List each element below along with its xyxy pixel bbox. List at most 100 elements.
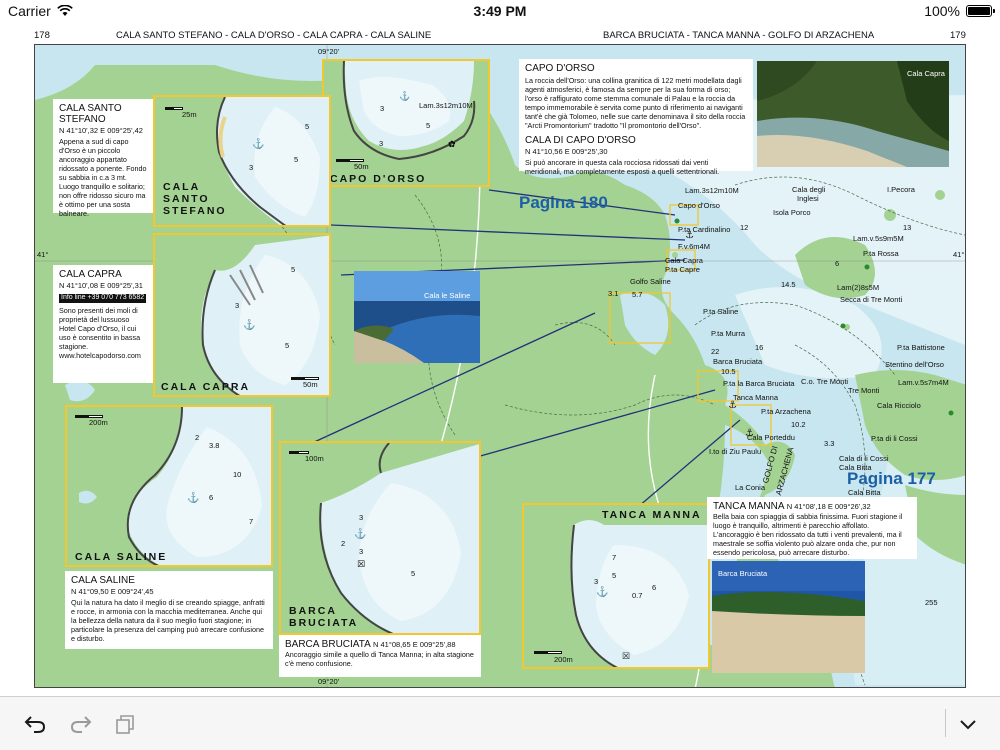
inset-cala-capra[interactable]: ⚓ 5 3 5 50m CALA CAPRA xyxy=(153,233,331,397)
desc-coord: N 41°10',32 E 009°25',42 xyxy=(59,126,143,135)
label-cala-porteddu: Cala Porteddu xyxy=(747,433,795,442)
photo-caption: Cala le Saline xyxy=(424,291,471,300)
label-cardinalino: P.ta Cardinalino xyxy=(678,225,731,234)
label-depth-255: 255 xyxy=(925,598,938,607)
desc-title-2: CALA DI CAPO D'ORSO xyxy=(525,135,636,146)
page-number-right: 179 xyxy=(950,30,966,41)
inset-santo-stefano[interactable]: ⚓ 5 3 5 25m CALA SANTO STEFANO xyxy=(153,95,331,227)
desc-text: Bella baia con spiaggia di sabbia finiss… xyxy=(713,512,903,557)
label-depth-22: 22 xyxy=(711,347,720,356)
desc-barca-bruciata: BARCA BRUCIATA N 41°08,65 E 009°25',88 A… xyxy=(279,635,481,677)
label-lam-v5s7: Lam.v.5s7m4M xyxy=(898,378,949,387)
anchor-icon: ⚓ xyxy=(187,493,200,504)
inset-capra-d3: 5 xyxy=(285,341,290,350)
desc-santo-stefano: CALA SANTO STEFANO N 41°10',32 E 009°25'… xyxy=(53,99,153,218)
label-tanca-manna: Tanca Manna xyxy=(733,393,779,402)
desc-text: Appena a sud di capo d'Orso è un piccolo… xyxy=(59,137,147,219)
inset-capo-d2: 5 xyxy=(426,121,431,130)
wreck-icon: ☒ xyxy=(622,651,631,661)
copy-button[interactable] xyxy=(110,709,140,739)
photo-cala-capra[interactable]: Cala Capra xyxy=(757,61,949,167)
inset-barca-d2: 5 xyxy=(411,569,416,578)
inset-ss-title-2: SANTO xyxy=(163,193,210,205)
label-stentino-orso: Stentino dell'Orso xyxy=(885,360,944,369)
inset-barca-d4: 3 xyxy=(359,547,364,556)
label-pta-cossi: P.ta di li Cossi xyxy=(871,434,918,443)
undo-icon xyxy=(24,716,46,733)
bottom-toolbar xyxy=(0,696,1000,750)
inset-tanca-d5: 0.7 xyxy=(632,591,643,600)
inset-barca-d3: 2 xyxy=(341,539,346,548)
label-cala-bitta-1: Cala Bitta xyxy=(839,463,872,472)
copy-icon xyxy=(116,715,134,734)
label-pecora: I.Pecora xyxy=(887,185,915,194)
inset-saline-d3: 10 xyxy=(233,470,242,479)
label-depth-16: 16 xyxy=(755,343,764,352)
status-bar: Carrier 3:49 PM 100% xyxy=(0,0,1000,22)
undo-button[interactable] xyxy=(20,709,50,739)
label-isola-porco: Isola Porco xyxy=(773,208,811,217)
grid-lat-right: 41° xyxy=(953,250,965,259)
inset-capo-lam: Lam.3s12m10M xyxy=(419,101,473,110)
label-depth-12: 12 xyxy=(740,223,749,232)
inset-ss-d2: 3 xyxy=(249,163,254,172)
inset-tanca-manna[interactable]: ⚓ 7 5 3 6 0.7 200m ☒ TANCA MANNA xyxy=(522,503,710,669)
nautical-map[interactable]: ⚓ ⚓ ⚓ 09°20' 09°20' 41° 41° Pagina 180 P… xyxy=(34,44,966,688)
desc-text: La roccia dell'Orso: una collina graniti… xyxy=(525,76,746,130)
inset-tanca-d4: 6 xyxy=(652,583,657,592)
label-cala-cossi: Cala di li Cossi xyxy=(839,454,889,463)
scale-bar xyxy=(165,107,183,110)
carrier-label: Carrier xyxy=(8,3,51,19)
label-depth-13: 13 xyxy=(903,223,912,232)
label-pta-barca: P.ta la Barca Bruciata xyxy=(723,379,795,388)
desc-coord: N 41°10',08 E 009°25',31 xyxy=(59,281,143,290)
inset-capo-orso[interactable]: ✿ ⚓ Lam.3s12m10M 3 5 3 50m CAPO D'ORSO xyxy=(322,59,490,187)
redo-button[interactable] xyxy=(66,709,96,739)
desc-title: TANCA MANNA N 41°08',18 E 009°26',32 xyxy=(713,501,911,512)
anchor-icon: ⚓ xyxy=(354,529,367,540)
info-line[interactable]: Info line +39 070 773 6582 xyxy=(59,294,147,304)
label-pta-saline: P.ta Saline xyxy=(703,307,739,316)
photo-caption: Barca Bruciata xyxy=(718,569,768,578)
inset-barca-bruciata[interactable]: ☒ ⚓ 3 5 2 3 100m BARCA BRUCIATA xyxy=(279,441,481,635)
inset-tanca-d1: 7 xyxy=(612,553,617,562)
label-ziu-paulu: I.to di Ziu Paulu xyxy=(709,447,762,456)
inset-ss-title-1: CALA xyxy=(163,181,201,193)
inset-saline-d4: 6 xyxy=(209,493,214,502)
grid-lon-bottom: 09°20' xyxy=(318,677,340,686)
anchor-icon: ⚓ xyxy=(399,91,411,101)
inset-capo-scale: 50m xyxy=(354,162,369,171)
inset-capra-scale: 50m xyxy=(303,380,318,389)
label-pta-arzachena: P.ta Arzachena xyxy=(761,407,811,416)
battery-percent: 100% xyxy=(924,3,960,19)
wifi-icon xyxy=(56,5,73,16)
photo-barca-bruciata[interactable]: Barca Bruciata xyxy=(712,561,865,673)
inset-capo-title: CAPO D'ORSO xyxy=(330,173,427,185)
inset-cala-saline[interactable]: ⚓ 2 3.8 10 6 7 200m CALA SALINE xyxy=(65,405,273,567)
inset-ss-scale: 25m xyxy=(182,110,197,119)
anchor-icon: ⚓ xyxy=(596,587,609,598)
label-depth-31: 3.1 xyxy=(608,289,619,298)
svg-text:✿: ✿ xyxy=(448,140,456,150)
svg-text:☒: ☒ xyxy=(357,560,365,570)
inset-ss-d1: 5 xyxy=(294,155,299,164)
grid-lat-left: 41° xyxy=(37,250,49,259)
redo-icon xyxy=(70,716,92,733)
desc-coord: N 41°09,50 E 009°24',45 xyxy=(71,587,154,596)
pagina-180-link[interactable]: Pagina 180 xyxy=(519,193,608,213)
desc-text: Qui la natura ha dato il meglio di se cr… xyxy=(71,598,265,644)
desc-cala-saline: CALA SALINE N 41°09,50 E 009°24',45 Qui … xyxy=(65,571,273,649)
inset-tanca-title: TANCA MANNA xyxy=(602,509,702,521)
label-pta-murra: P.ta Murra xyxy=(711,329,746,338)
desc-title-text: BARCA BRUCIATA xyxy=(285,639,371,650)
label-depth-6: 6 xyxy=(835,259,840,268)
photo-cala-saline[interactable]: Cala le Saline xyxy=(354,271,480,363)
battery-icon xyxy=(966,5,995,17)
header-title-left: CALA SANTO STEFANO - CALA D'ORSO - CALA … xyxy=(116,30,432,41)
collapse-button[interactable] xyxy=(953,709,983,739)
label-depth-57: 5.7 xyxy=(632,290,643,299)
pagina-177-link[interactable]: Pagina 177 xyxy=(847,469,936,489)
inset-capra-d1: 5 xyxy=(291,265,296,274)
desc-text: Ancoraggio simile a quello di Tanca Mann… xyxy=(285,650,474,668)
inset-saline-d1: 2 xyxy=(195,433,200,442)
